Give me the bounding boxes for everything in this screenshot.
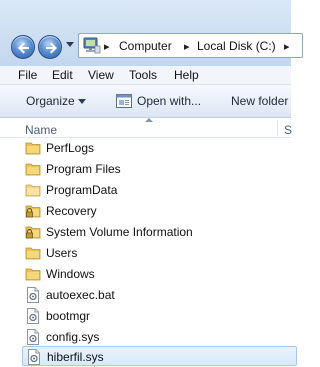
file-name: Windows	[46, 267, 95, 281]
list-item[interactable]: Users	[22, 243, 297, 263]
file-name: PerfLogs	[46, 141, 95, 155]
list-item[interactable]: bootmgr	[22, 306, 297, 326]
arrow-left-icon	[18, 42, 29, 54]
folder-icon	[25, 163, 41, 176]
breadcrumb-separator[interactable]: ▸	[284, 40, 290, 53]
menu-view[interactable]: View	[88, 68, 114, 82]
sort-ascending-icon	[145, 118, 153, 122]
menu-file[interactable]: File	[18, 68, 37, 82]
list-item[interactable]: System Volume Information	[22, 222, 297, 242]
folder-icon	[25, 268, 41, 281]
system-file-icon	[27, 329, 39, 345]
column-divider[interactable]	[277, 120, 278, 136]
command-bar: Organize Open with... New folder	[0, 85, 291, 118]
list-item[interactable]: Recovery	[22, 201, 297, 221]
file-name: config.sys	[46, 330, 100, 344]
computer-icon	[83, 37, 101, 54]
breadcrumb-local-disk[interactable]: Local Disk (C:)	[197, 39, 276, 53]
address-bar[interactable]: ▸ Computer ▸ Local Disk (C:) ▸	[78, 33, 303, 58]
back-button[interactable]	[11, 35, 35, 59]
file-name: Program Files	[46, 162, 121, 176]
folder-icon	[25, 142, 41, 155]
menu-help[interactable]: Help	[174, 68, 199, 82]
open-with-button[interactable]: Open with...	[137, 94, 201, 108]
file-name: autoexec.bat	[46, 288, 115, 302]
chevron-down-icon	[78, 99, 86, 104]
breadcrumb-computer[interactable]: Computer	[119, 39, 172, 53]
breadcrumb-separator[interactable]: ▸	[184, 40, 190, 53]
list-item[interactable]: PerfLogs	[22, 138, 297, 158]
system-file-icon	[27, 308, 39, 324]
navigation-bar: ▸ Computer ▸ Local Disk (C:) ▸	[0, 0, 303, 66]
list-item-selected[interactable]: hiberfil.sys	[22, 346, 297, 366]
new-folder-button[interactable]: New folder	[231, 94, 288, 108]
list-item[interactable]: Windows	[22, 264, 297, 284]
open-with-icon	[116, 94, 132, 108]
list-item[interactable]: autoexec.bat	[22, 285, 297, 305]
list-item[interactable]: ProgramData	[22, 180, 297, 200]
file-list: PerfLogs Program Files ProgramData Recov…	[0, 138, 297, 367]
breadcrumb-separator[interactable]: ▸	[104, 40, 110, 53]
file-name: hiberfil.sys	[47, 350, 104, 364]
column-header: Name S	[0, 118, 292, 138]
arrow-right-icon	[46, 42, 57, 54]
menu-tools[interactable]: Tools	[129, 68, 157, 82]
menu-edit[interactable]: Edit	[52, 68, 73, 82]
forward-button[interactable]	[38, 35, 62, 59]
column-size-header[interactable]: S	[284, 123, 292, 137]
system-file-icon	[28, 349, 40, 365]
recent-pages-dropdown[interactable]	[66, 42, 74, 47]
system-file-icon	[27, 287, 39, 303]
file-name: Recovery	[46, 204, 97, 218]
folder-icon	[25, 247, 41, 260]
locked-folder-icon	[25, 226, 41, 239]
list-item[interactable]: Program Files	[22, 159, 297, 179]
list-item[interactable]: config.sys	[22, 327, 297, 347]
file-name: System Volume Information	[46, 225, 193, 239]
menu-bar: File Edit View Tools Help	[0, 66, 291, 85]
file-name: Users	[46, 246, 78, 260]
file-name: bootmgr	[46, 309, 91, 323]
column-name-header[interactable]: Name	[25, 123, 57, 137]
organize-button[interactable]: Organize	[26, 94, 75, 108]
file-name: ProgramData	[46, 183, 118, 197]
locked-folder-icon	[25, 205, 41, 218]
folder-icon	[25, 184, 41, 197]
